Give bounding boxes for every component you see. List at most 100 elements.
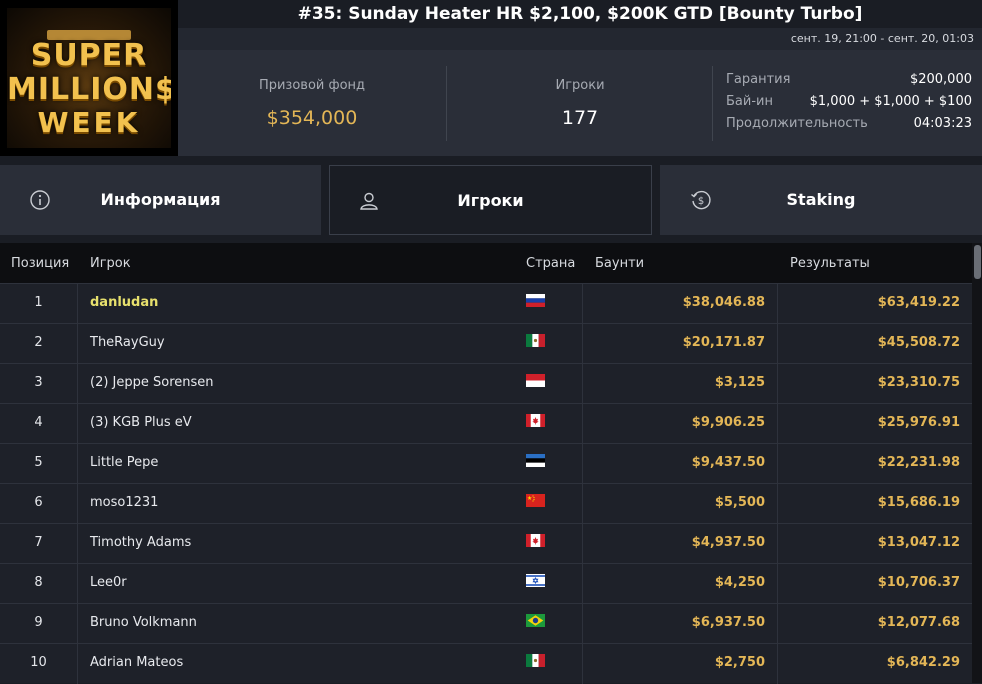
- table-row[interactable]: 2 TheRayGuy $20,171.87 $45,508.72: [0, 323, 972, 364]
- tournament-logo: SUPER MILLION$ WEEK: [0, 0, 178, 156]
- stats-divider: [446, 66, 447, 141]
- table-row[interactable]: 8 Lee0r $4,250 $10,706.37: [0, 563, 972, 604]
- player-name-link[interactable]: moso1231: [90, 495, 158, 510]
- tab-label: Информация: [100, 190, 221, 209]
- table-row[interactable]: 10 Adrian Mateos $2,750 $6,842.29: [0, 643, 972, 684]
- player-name-link[interactable]: Timothy Adams: [90, 535, 191, 550]
- stats-divider: [712, 66, 713, 141]
- result-cell: $23,310.75: [877, 375, 960, 390]
- bounty-cell: $38,046.88: [682, 295, 765, 310]
- tab-players[interactable]: Игроки: [329, 165, 652, 235]
- column-divider: [77, 444, 78, 484]
- detail-value: $1,000 + $1,000 + $100: [809, 94, 972, 109]
- bounty-cell: $9,906.25: [691, 415, 765, 430]
- player-name-link[interactable]: Little Pepe: [90, 455, 158, 470]
- tab-label: Игроки: [457, 191, 524, 210]
- result-cell: $12,077.68: [877, 615, 960, 630]
- tournament-details: Гарантия $200,000 Бай-ин $1,000 + $1,000…: [726, 72, 972, 138]
- column-divider: [77, 564, 78, 604]
- header-results[interactable]: Результаты: [790, 256, 870, 271]
- header-position[interactable]: Позиция: [11, 256, 69, 271]
- position-cell: 8: [34, 575, 43, 590]
- column-divider: [77, 364, 78, 404]
- brazil-flag-icon: [526, 614, 545, 627]
- logo-line-3: WEEK: [37, 106, 141, 139]
- logo-line-2: MILLION$: [7, 72, 171, 107]
- mexico-flag-icon: [526, 654, 545, 667]
- header-bounty[interactable]: Баунти: [595, 256, 644, 271]
- column-divider: [77, 284, 78, 324]
- column-divider: [77, 644, 78, 684]
- tab-label: Staking: [786, 190, 856, 209]
- table-row[interactable]: 6 moso1231 $5,500 $15,686.19: [0, 483, 972, 524]
- position-cell: 6: [34, 495, 43, 510]
- bounty-cell: $4,250: [714, 575, 765, 590]
- position-cell: 7: [34, 535, 43, 550]
- column-divider: [77, 404, 78, 444]
- result-cell: $15,686.19: [877, 495, 960, 510]
- detail-label: Гарантия: [726, 72, 791, 87]
- scrollbar-track[interactable]: [972, 243, 982, 683]
- scrollbar-thumb[interactable]: [974, 245, 981, 279]
- detail-value: $200,000: [909, 72, 972, 87]
- tournament-dates: сент. 19, 21:00 - сент. 20, 01:03: [790, 32, 974, 45]
- logo-image: SUPER MILLION$ WEEK: [7, 8, 171, 148]
- position-cell: 1: [34, 295, 43, 310]
- player-name-link[interactable]: (3) KGB Plus eV: [90, 415, 192, 430]
- header-player[interactable]: Игрок: [90, 256, 131, 271]
- position-cell: 9: [34, 615, 43, 630]
- result-cell: $25,976.91: [877, 415, 960, 430]
- result-cell: $6,842.29: [886, 655, 960, 670]
- detail-value: 04:03:23: [913, 116, 972, 131]
- table-row[interactable]: 3 (2) Jeppe Sorensen $3,125 $23,310.75: [0, 363, 972, 404]
- player-name-link[interactable]: TheRayGuy: [90, 335, 165, 350]
- prize-pool-stat: Призовой фонд $354,000: [178, 50, 446, 156]
- player-name-link[interactable]: (2) Jeppe Sorensen: [90, 375, 214, 390]
- column-divider: [77, 604, 78, 644]
- result-cell: $13,047.12: [877, 535, 960, 550]
- logo-line-1: SUPER: [30, 38, 148, 73]
- title-bar: #35: Sunday Heater HR $2,100, $200K GTD …: [178, 0, 982, 28]
- bounty-cell: $2,750: [714, 655, 765, 670]
- players-stat: Игроки 177: [448, 50, 712, 156]
- detail-row-duration: Продолжительность 04:03:23: [726, 116, 972, 138]
- table-row[interactable]: 9 Bruno Volkmann $6,937.50 $12,077.68: [0, 603, 972, 644]
- prize-pool-label: Призовой фонд: [258, 78, 366, 93]
- table-row[interactable]: 1 danludan $38,046.88 $63,419.22: [0, 283, 972, 324]
- tournament-title: #35: Sunday Heater HR $2,100, $200K GTD …: [297, 4, 863, 24]
- detail-label: Бай-ин: [726, 94, 773, 109]
- player-name-link[interactable]: Lee0r: [90, 575, 127, 590]
- position-cell: 3: [34, 375, 43, 390]
- bounty-cell: $5,500: [714, 495, 765, 510]
- tab-staking[interactable]: $ Staking: [660, 165, 982, 235]
- china-flag-icon: [526, 494, 545, 507]
- canada-flag-icon: [526, 414, 545, 427]
- mexico-flag-icon: [526, 334, 545, 347]
- result-cell: $45,508.72: [877, 335, 960, 350]
- bounty-cell: $9,437.50: [691, 455, 765, 470]
- table-row[interactable]: 5 Little Pepe $9,437.50 $22,231.98: [0, 443, 972, 484]
- player-name-link[interactable]: Adrian Mateos: [90, 655, 183, 670]
- table-row[interactable]: 7 Timothy Adams $4,937.50 $13,047.12: [0, 523, 972, 564]
- column-divider: [77, 324, 78, 364]
- bounty-cell: $6,937.50: [691, 615, 765, 630]
- position-cell: 5: [34, 455, 43, 470]
- players-value: 177: [561, 107, 599, 129]
- position-cell: 10: [30, 655, 47, 670]
- player-name-link[interactable]: danludan: [90, 295, 158, 310]
- tab-information[interactable]: Информация: [0, 165, 321, 235]
- israel-flag-icon: [526, 574, 545, 587]
- russia-flag-icon: [526, 294, 545, 307]
- players-table: Позиция Игрок Страна Баунти Результаты 1…: [0, 243, 972, 684]
- header-country[interactable]: Страна: [526, 256, 575, 271]
- detail-label: Продолжительность: [726, 116, 868, 131]
- result-cell: $22,231.98: [877, 455, 960, 470]
- table-row[interactable]: 4 (3) KGB Plus eV $9,906.25 $25,976.91: [0, 403, 972, 444]
- canada-flag-icon: [526, 534, 545, 547]
- detail-row-buyin: Бай-ин $1,000 + $1,000 + $100: [726, 94, 972, 116]
- indonesia-flag-icon: [526, 374, 545, 387]
- player-name-link[interactable]: Bruno Volkmann: [90, 615, 197, 630]
- bounty-cell: $20,171.87: [682, 335, 765, 350]
- dates-bar: сент. 19, 21:00 - сент. 20, 01:03: [178, 28, 982, 50]
- position-cell: 4: [34, 415, 43, 430]
